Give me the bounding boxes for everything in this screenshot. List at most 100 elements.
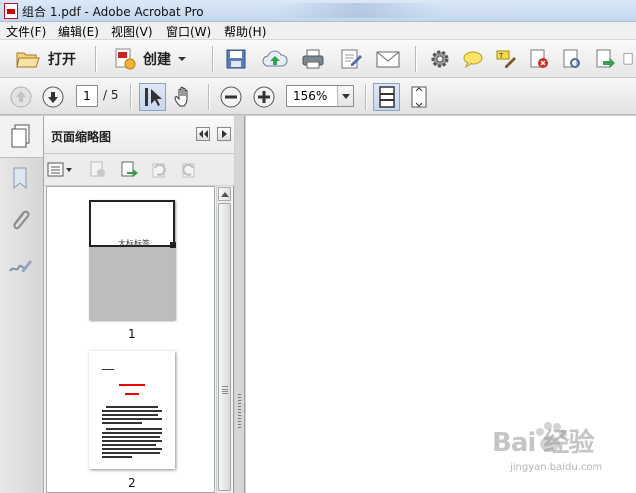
insert-pages-icon[interactable]: [119, 160, 139, 180]
print-button[interactable]: [298, 47, 328, 71]
select-tool-button[interactable]: [139, 83, 166, 111]
create-button[interactable]: 创建: [106, 46, 194, 72]
toolbar-separator: [365, 84, 366, 110]
visible-region-box[interactable]: 大标标签: [89, 200, 176, 248]
title-bar: 组合 1.pdf - Adobe Acrobat Pro: [0, 0, 636, 22]
window-title: 组合 1.pdf - Adobe Acrobat Pro: [22, 5, 204, 19]
text-line: [102, 444, 156, 446]
minus-circle-icon: [220, 86, 242, 108]
text-line: [102, 440, 162, 442]
text-line: [102, 414, 158, 416]
main-toolbar: 打开 创建 T: [0, 40, 636, 78]
comment-button[interactable]: [459, 47, 487, 71]
arrow-down-icon: [42, 86, 64, 108]
toolbar-separator: [208, 84, 209, 110]
zoom-level-select[interactable]: 156%: [286, 85, 354, 107]
zoom-out-button[interactable]: [218, 84, 244, 110]
svg-text:T: T: [498, 52, 504, 60]
menu-help[interactable]: 帮助(H): [224, 23, 266, 40]
toolbar-separator: [212, 46, 213, 72]
thumbnail-caption: 大标标签: [118, 239, 150, 248]
hand-tool-button[interactable]: [170, 84, 198, 110]
edit-button[interactable]: [336, 47, 366, 71]
rotate-counterclockwise-icon[interactable]: [149, 160, 169, 180]
chevron-right-icon: [222, 130, 227, 138]
fit-page-icon: [378, 86, 395, 108]
remove-button[interactable]: [525, 47, 553, 71]
text-line: [102, 418, 162, 420]
menu-file[interactable]: 文件(F): [6, 23, 46, 40]
text-line: [102, 448, 162, 450]
watermark-brand: Bai 经验: [492, 428, 594, 458]
scroll-up-arrow[interactable]: [218, 187, 231, 201]
open-label: 打开: [48, 52, 76, 68]
collapse-panel-button[interactable]: [196, 127, 210, 141]
signature-icon[interactable]: [8, 256, 32, 276]
highlighter-icon: T: [496, 50, 516, 68]
email-button[interactable]: [373, 47, 403, 71]
extract-button[interactable]: [591, 47, 619, 71]
fit-page-button[interactable]: [373, 83, 400, 111]
text-line: [106, 406, 158, 408]
folder-open-icon: [16, 52, 40, 68]
page-number-input[interactable]: 1: [76, 85, 98, 107]
options-menu-icon[interactable]: [47, 162, 75, 178]
title-bar-blur: [278, 3, 438, 18]
gear-icon: [431, 50, 449, 68]
save-icon: [226, 49, 246, 69]
hand-icon: [174, 86, 188, 107]
create-label: 创建: [143, 52, 171, 68]
page-icon: [623, 52, 633, 65]
zoom-dropdown-arrow[interactable]: [337, 86, 353, 106]
create-pdf-icon: [115, 48, 136, 70]
page-thumbnails-icon: [11, 124, 30, 148]
page-number-label: 1: [128, 327, 136, 341]
resize-handle[interactable]: [170, 242, 176, 248]
highlight-button[interactable]: T: [492, 47, 520, 71]
next-page-button[interactable]: [40, 84, 66, 110]
toolbar-separator: [130, 84, 131, 110]
fit-width-button[interactable]: [405, 84, 433, 110]
fit-width-icon: [411, 86, 427, 108]
delete-pages-icon[interactable]: [88, 160, 108, 180]
menu-view[interactable]: 视图(V): [111, 23, 153, 40]
toolbar-separator: [95, 46, 96, 72]
text-line: [102, 369, 114, 370]
pane-splitter[interactable]: [235, 116, 245, 493]
upload-button[interactable]: [260, 47, 290, 71]
watermark-url: jingyan.baidu.com: [510, 462, 603, 473]
rotate-clockwise-icon[interactable]: [179, 160, 199, 180]
text-line: [102, 456, 132, 458]
arrow-up-icon: [10, 86, 32, 108]
delete-page-icon: [530, 49, 548, 68]
text-line: [106, 428, 162, 430]
more-button[interactable]: [622, 47, 636, 71]
page-total-label: / 5: [103, 88, 119, 102]
red-subheading: [125, 393, 139, 395]
page-thumbnail-2[interactable]: [89, 351, 175, 469]
speech-bubble-icon: [463, 51, 483, 69]
page-thumbnail-1[interactable]: 大标标签: [89, 200, 176, 320]
edit-document-icon: [341, 49, 362, 69]
scroll-thumb[interactable]: [218, 203, 231, 491]
text-line: [102, 436, 160, 438]
page-thumbnails-tab[interactable]: [0, 116, 44, 158]
menu-window[interactable]: 窗口(W): [166, 23, 211, 40]
attach-page-icon: [563, 49, 580, 68]
toolbar-separator: [415, 46, 416, 72]
save-button[interactable]: [222, 47, 250, 71]
scroll-grip: [222, 386, 228, 394]
text-line: [102, 410, 162, 412]
thumbnail-list[interactable]: 大标标签 1 2: [46, 186, 215, 493]
open-button[interactable]: 打开: [6, 46, 86, 72]
thumbnail-scrollbar[interactable]: [216, 186, 231, 493]
link-button[interactable]: [558, 47, 586, 71]
paperclip-icon[interactable]: [9, 208, 31, 234]
zoom-in-button[interactable]: [251, 84, 277, 110]
panel-options-button[interactable]: [217, 127, 231, 141]
bookmark-icon[interactable]: [10, 166, 30, 190]
menu-edit[interactable]: 编辑(E): [58, 23, 99, 40]
settings-button[interactable]: [426, 47, 454, 71]
plus-circle-icon: [253, 86, 275, 108]
previous-page-button[interactable]: [8, 84, 34, 110]
